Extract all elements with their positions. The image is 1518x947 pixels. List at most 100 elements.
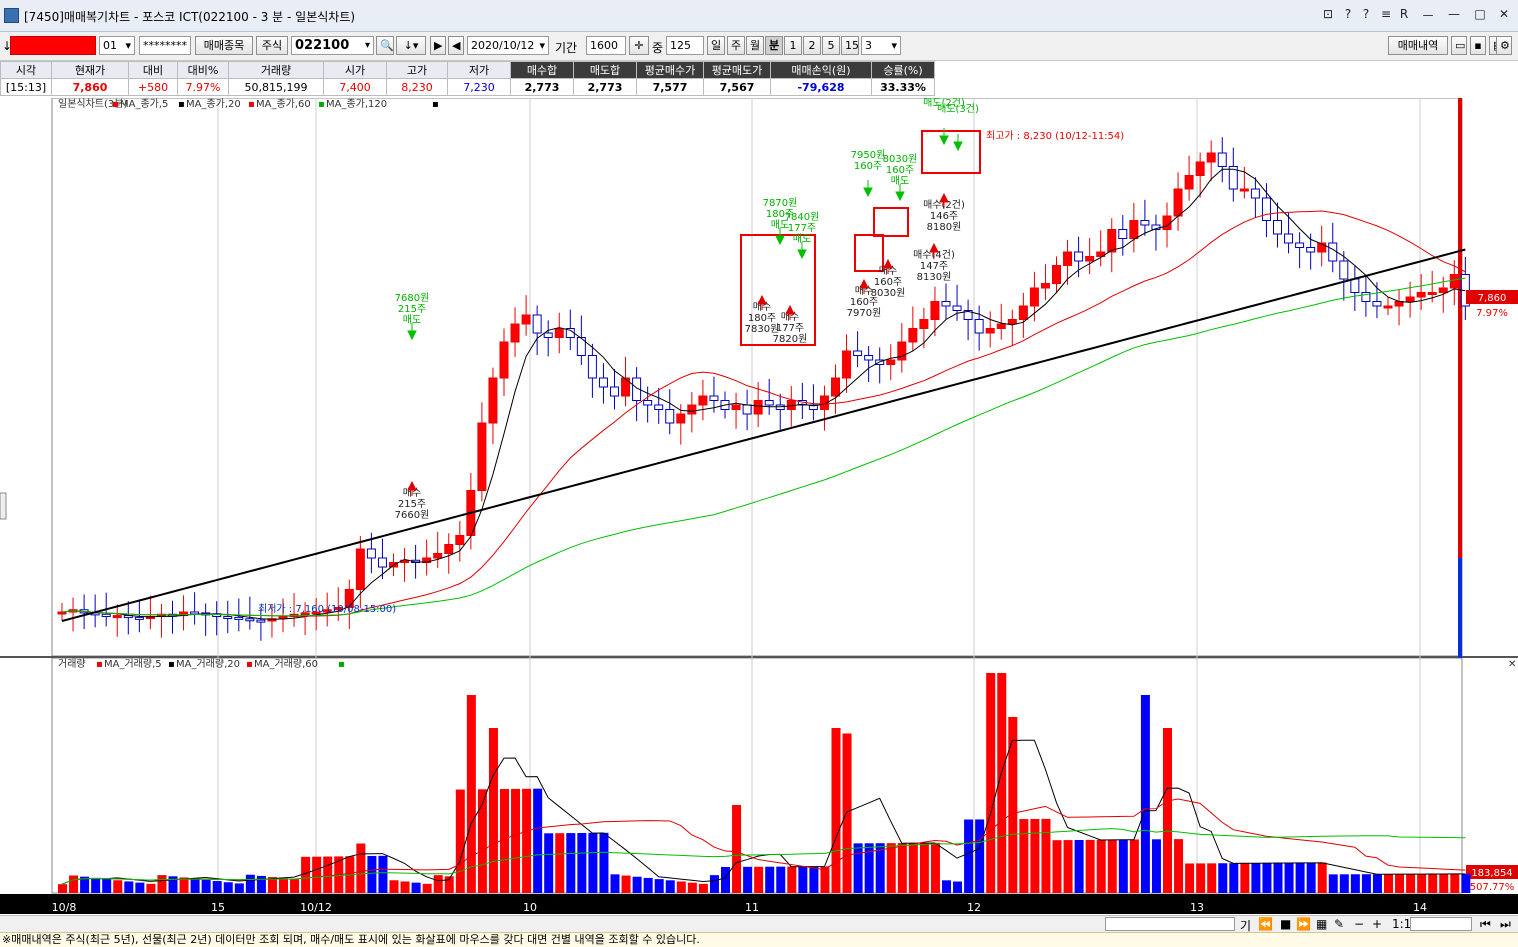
volume-bar [654, 879, 664, 893]
candle-body [952, 305, 962, 311]
minute-select-value: 3 [865, 39, 872, 52]
volume-bar [942, 880, 951, 893]
candle-body [643, 400, 653, 406]
volume-bar [1085, 839, 1095, 893]
count-input[interactable]: 125 [666, 36, 704, 55]
count-label: 중 [652, 41, 664, 55]
help-icon[interactable]: ? [1340, 7, 1356, 21]
prev-icon[interactable]: ◀ [448, 36, 464, 55]
candle-body [1416, 292, 1426, 298]
min1-button[interactable]: 1 [784, 36, 802, 55]
crosshair-icon[interactable]: ✛ [629, 36, 649, 55]
volume-bar [676, 881, 686, 893]
zoom-level: 1:1 [1392, 917, 1412, 931]
tray-icon[interactable]: ㅡ [1420, 7, 1436, 24]
min15-button[interactable]: 15 [841, 36, 859, 55]
volume-bar [721, 866, 730, 893]
week-button[interactable]: 주 [727, 36, 745, 55]
volume-bar [1019, 819, 1029, 893]
quote-value: 2,773 [573, 78, 637, 96]
volume-bar [919, 842, 929, 893]
first-icon[interactable]: ⏮ [1480, 917, 1491, 932]
candle-body [1250, 188, 1260, 199]
volume-bar [91, 877, 101, 893]
volume-bar [234, 883, 244, 893]
save-icon[interactable]: ▪ [1470, 36, 1486, 55]
x-axis-label: 10/12 [300, 901, 332, 914]
account-number-field[interactable] [10, 36, 96, 55]
chart-scroll-bar[interactable]: 기 ⏪ ■ ⏩ ▦ ✎ − + 1:1 ⏮ ⏭ [0, 915, 1518, 933]
search-icon[interactable]: 🔍 [376, 36, 394, 55]
pin-icon[interactable]: ⊡ [1320, 7, 1336, 21]
x-axis-bar [0, 894, 1518, 914]
folder-icon[interactable]: ▭ [1451, 36, 1467, 55]
period-input[interactable]: 1600 [586, 36, 626, 55]
volume-bar [687, 882, 697, 893]
rewind-icon[interactable]: ⏪ [1258, 917, 1273, 931]
refresh-icon[interactable]: R [1396, 7, 1412, 21]
settings-icon[interactable]: ⚙ [1496, 36, 1512, 55]
stock-code-input[interactable]: 022100 ▾ [291, 36, 374, 55]
maximize-button[interactable]: □ [1472, 7, 1488, 21]
market-select[interactable]: 주식 [256, 36, 288, 55]
volume-bar [1317, 862, 1327, 893]
quote-header: 고가 [386, 61, 448, 79]
chart-svg[interactable]: 일본식차트(3분)▪ MA_종가,5 ▪ MA_종가,20 ▪ MA_종가,60 ▪ MA_종… [0, 97, 1518, 916]
account-suffix-value: 01 [103, 39, 117, 52]
zoom-in-icon[interactable]: + [1372, 917, 1382, 931]
app-icon [4, 8, 19, 23]
password-field[interactable]: ******** [139, 36, 191, 55]
fast-forward-icon[interactable]: ⏩ [1296, 917, 1311, 931]
volume-bar [69, 875, 79, 893]
candle-body [930, 301, 940, 320]
chart-area[interactable]: 일본식차트(3분) ▪ MA_종가,5 ▪ MA_종가,20 ▪ MA_종가,60 ▪ MA_종… [0, 97, 1518, 916]
minute-button[interactable]: 분 [765, 36, 783, 55]
grid-icon[interactable]: ▦ [1316, 917, 1327, 931]
trade-annotation: 8030원 [883, 153, 918, 165]
month-button[interactable]: 월 [746, 36, 764, 55]
volume-bar [765, 866, 775, 893]
date-input[interactable]: 2020/10/12 ▾ [467, 36, 549, 55]
stop-icon[interactable]: ■ [1280, 917, 1291, 931]
volume-bar [411, 882, 421, 893]
volume-bar [1151, 839, 1161, 893]
price-legend: MA_종가,5 [120, 98, 168, 110]
quote-header: 대비 [128, 61, 178, 79]
sort-icon[interactable]: ↓▾ [396, 36, 426, 55]
zoom-slider[interactable] [1410, 917, 1472, 931]
last-pct-value: 7.97% [1476, 308, 1508, 319]
close-button[interactable]: ✕ [1496, 7, 1512, 21]
trade-annotation: 8030원 [871, 287, 906, 299]
play-icon[interactable]: ▶ [430, 36, 446, 55]
minute-select[interactable]: 3 ▾ [861, 36, 901, 55]
volume-bar [301, 856, 311, 893]
menu-icon[interactable]: ≡ [1378, 7, 1394, 21]
volume-bar [1262, 862, 1272, 893]
zoom-out-icon[interactable]: − [1354, 917, 1364, 931]
last-icon[interactable]: ⏭ [1500, 917, 1511, 932]
scroll-track[interactable] [1105, 917, 1235, 931]
legend-swatch: ▪ [112, 99, 119, 110]
min2-button[interactable]: 2 [803, 36, 821, 55]
range-bar-down [1458, 558, 1462, 658]
min5-button[interactable]: 5 [822, 36, 840, 55]
volume-bar [58, 884, 67, 893]
account-suffix-select[interactable]: 01 ▾ [99, 36, 135, 55]
volume-bar [544, 833, 554, 893]
quote-header: 평균매도가 [703, 61, 771, 79]
quote-header: 시각 [0, 61, 52, 79]
chevron-down-icon: ▾ [125, 39, 131, 52]
pen-icon[interactable]: ✎ [1334, 917, 1344, 931]
trade-history-button[interactable]: 매매내역 [1388, 36, 1448, 55]
candle-body [234, 616, 244, 620]
x-axis-label: 14 [1413, 901, 1427, 914]
trade-annotation: 160주 [886, 165, 914, 176]
info-icon[interactable]: ? [1358, 7, 1374, 21]
day-button[interactable]: 일 [707, 36, 725, 55]
candle-body [1206, 152, 1216, 163]
candle-body [687, 404, 697, 415]
trade-item-button[interactable]: 매매종목 [195, 36, 253, 55]
minimize-button[interactable]: — [1446, 7, 1462, 21]
volume-bar [842, 733, 852, 893]
legend-swatch: ▪ [246, 659, 253, 670]
